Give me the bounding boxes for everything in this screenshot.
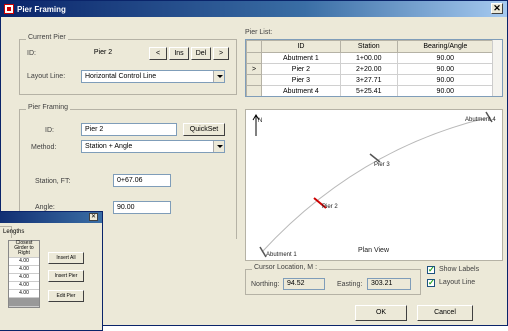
- popup-grid-cell[interactable]: 4.00: [9, 282, 39, 290]
- abutment-1-label: Abutment 1: [266, 252, 297, 258]
- popup-grid-cell[interactable]: 4.00: [9, 258, 39, 266]
- cell-angle[interactable]: 90.00: [396, 85, 495, 96]
- prev-pier-button[interactable]: <: [149, 47, 167, 60]
- popup-close-button[interactable]: ✕: [89, 213, 98, 221]
- cursor-location-label: Cursor Location, M :: [252, 264, 320, 271]
- popup-grid-selected[interactable]: [9, 298, 39, 307]
- title-bar: Pier Framing ✕: [1, 1, 507, 17]
- station-input[interactable]: 0+67.06: [113, 174, 171, 187]
- cell-id[interactable]: Pier 2: [261, 63, 341, 75]
- cell-station[interactable]: 2+20.00: [339, 63, 398, 75]
- pier-framing-label: Pier Framing: [26, 104, 71, 111]
- app-icon: [4, 4, 14, 14]
- easting-value: 303.21: [367, 278, 411, 290]
- layout-line-curve: [261, 117, 487, 253]
- framing-id-label: ID:: [45, 127, 54, 134]
- abutment-4-label: Abutment 4: [465, 117, 496, 123]
- popup-grid-cell[interactable]: 4.00: [9, 274, 39, 282]
- pier-3-label: Pier 3: [374, 162, 390, 168]
- pier-list-scrollbar[interactable]: [492, 40, 502, 96]
- cell-id[interactable]: Abutment 1: [261, 52, 341, 64]
- table-row[interactable]: Pier 3 3+27.71 90.00: [246, 74, 495, 86]
- plan-view-svg: [252, 111, 493, 258]
- cell-station[interactable]: 3+27.71: [339, 74, 398, 86]
- northing-label: Northing:: [251, 281, 280, 288]
- window-title: Pier Framing: [17, 4, 66, 14]
- ok-button[interactable]: OK: [355, 305, 407, 321]
- column-header-id[interactable]: ID: [261, 40, 341, 53]
- pier-framing-window: Pier Framing ✕ Current Pier ID: Pier 2 <…: [0, 0, 508, 331]
- cell-angle[interactable]: 90.00: [396, 74, 495, 86]
- northing-value: 94.52: [283, 278, 325, 290]
- edit-pier-button[interactable]: Edit Pier: [48, 290, 84, 302]
- column-header-angle[interactable]: Bearing/Angle: [396, 40, 495, 53]
- pier-3-marker[interactable]: [369, 153, 381, 163]
- grid-corner: [246, 40, 262, 53]
- next-pier-button[interactable]: >: [213, 47, 229, 60]
- easting-label: Easting:: [337, 281, 363, 288]
- close-button[interactable]: ✕: [491, 3, 503, 14]
- angle-label: Angle:: [35, 204, 55, 211]
- cell-station[interactable]: 1+00.00: [339, 52, 398, 64]
- method-value: Station + Angle: [85, 143, 133, 150]
- row-marker: >: [246, 63, 262, 75]
- row-marker: [246, 85, 262, 96]
- cell-station[interactable]: 5+25.41: [339, 85, 398, 96]
- cell-id[interactable]: Pier 3: [261, 74, 341, 86]
- row-marker: [246, 52, 262, 64]
- layout-line-checkbox-label: Layout Line: [439, 279, 476, 286]
- station-label: Station, FT:: [35, 178, 71, 185]
- cell-angle[interactable]: 90.00: [396, 52, 495, 64]
- plan-view-canvas[interactable]: N Abutment 1 Pier 2 Pier 3 Abutment 4 Pl…: [245, 109, 503, 261]
- cell-id[interactable]: Abutment 4: [261, 85, 341, 96]
- current-pier-label: Current Pier: [26, 34, 68, 41]
- method-label: Method:: [31, 144, 57, 151]
- current-id-value: Pier 2: [63, 47, 143, 60]
- lengths-popup-window: ✕ Lengths Closest Girder to Right 4.00 4…: [0, 211, 103, 331]
- lengths-tab[interactable]: Lengths: [0, 226, 24, 238]
- layout-line-label: Layout Line:: [27, 73, 66, 80]
- plan-view-caption: Plan View: [358, 247, 390, 254]
- method-select[interactable]: Station + Angle: [81, 140, 225, 153]
- popup-title-bar: ✕: [0, 212, 102, 223]
- pier-list-table: ID Station Bearing/Angle Abutment 1 1+00…: [245, 39, 503, 97]
- angle-input[interactable]: 90.00: [113, 201, 171, 214]
- north-label: N: [258, 118, 263, 124]
- row-marker: [246, 74, 262, 86]
- insert-pier-popup-button[interactable]: Insert Pier: [48, 270, 84, 282]
- insert-all-button[interactable]: Insert All: [48, 252, 84, 264]
- delete-pier-button[interactable]: Del: [191, 47, 211, 60]
- pier-list-grid: ID Station Bearing/Angle Abutment 1 1+00…: [246, 40, 495, 96]
- insert-pier-button[interactable]: Ins: [169, 47, 189, 60]
- layout-line-value: Horizontal Control Line: [85, 73, 157, 80]
- popup-grid-header: Closest Girder to Right: [9, 241, 39, 258]
- show-labels-label: Show Labels: [439, 266, 480, 273]
- layout-line-checkbox[interactable]: ✓: [427, 279, 435, 287]
- framing-id-input[interactable]: Pier 2: [81, 123, 177, 136]
- chevron-down-icon[interactable]: [213, 141, 224, 152]
- table-row[interactable]: Abutment 1 1+00.00 90.00: [246, 52, 495, 64]
- pier-list-label: Pier List:: [245, 29, 273, 36]
- column-header-station[interactable]: Station: [339, 40, 398, 53]
- quickset-button[interactable]: QuickSet: [183, 123, 225, 136]
- cell-angle[interactable]: 90.00: [396, 63, 495, 75]
- popup-grid: Closest Girder to Right 4.00 4.00 4.00 4…: [8, 240, 40, 308]
- table-row[interactable]: Abutment 4 5+25.41 90.00: [246, 85, 495, 96]
- table-row[interactable]: > Pier 2 2+20.00 90.00: [246, 63, 495, 75]
- popup-grid-cell[interactable]: 4.00: [9, 266, 39, 274]
- show-labels-checkbox[interactable]: ✓: [427, 266, 435, 274]
- chevron-down-icon[interactable]: [213, 71, 224, 82]
- cancel-button[interactable]: Cancel: [417, 305, 473, 321]
- popup-grid-cell[interactable]: 4.00: [9, 290, 39, 298]
- pier-2-label: Pier 2: [322, 204, 338, 210]
- layout-line-select[interactable]: Horizontal Control Line: [81, 70, 225, 83]
- current-id-label: ID:: [27, 50, 36, 57]
